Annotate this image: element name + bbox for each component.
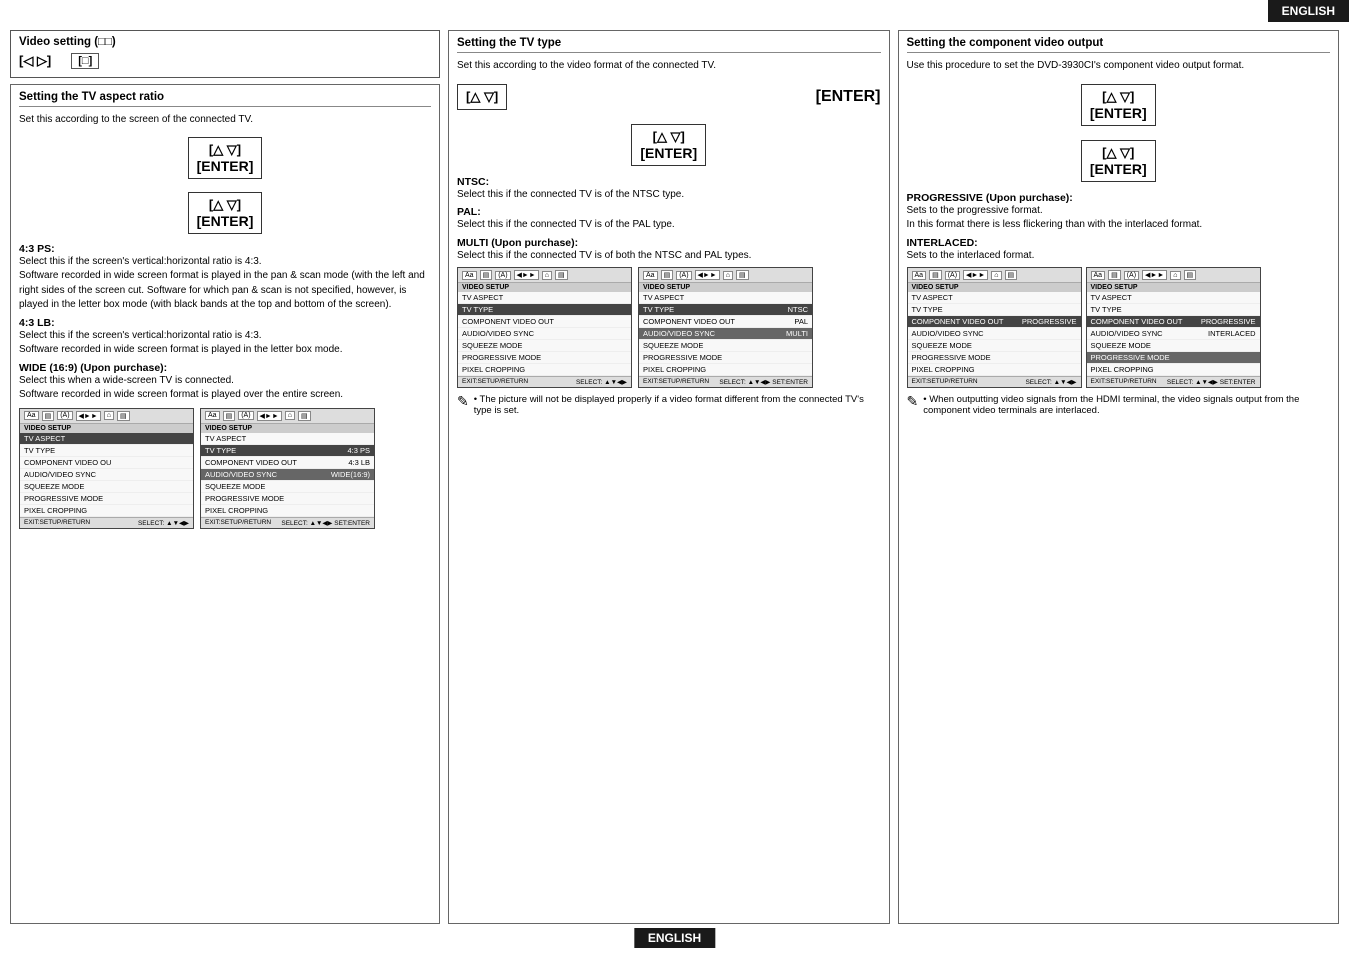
tv-aspect-intro: Set this according to the screen of the … xyxy=(19,113,431,128)
term-43ps: 4:3 PS: Select this if the screen's vert… xyxy=(19,243,431,313)
video-setting-title: Video setting (□□) xyxy=(19,36,431,48)
nav-box-1: [△ ▽] [ENTER] xyxy=(188,137,263,179)
english-badge-top: ENGLISH xyxy=(1268,0,1349,22)
col1-osd2: Aa▤(A)◀►►⌂▤ VIDEO SETUP TV ASPECT TV TYP… xyxy=(200,408,375,529)
col2-osd1: Aa▤(A)◀►►⌂▤ VIDEO SETUP TV ASPECT TV TYP… xyxy=(457,267,632,388)
term-progressive: PROGRESSIVE (Upon purchase): Sets to the… xyxy=(907,192,1331,233)
col3-nav-box-1: [△ ▽] [ENTER] xyxy=(1081,84,1156,126)
tv-type-section: Setting the TV type Set this according t… xyxy=(448,30,890,924)
col2: Setting the TV type Set this according t… xyxy=(448,30,890,924)
tv-aspect-title: Setting the TV aspect ratio xyxy=(19,91,431,107)
col2-note: ✎ • The picture will not be displayed pr… xyxy=(457,394,881,416)
col2-nav-box-1: [△ ▽] xyxy=(457,84,507,110)
col3-note-text: • When outputting video signals from the… xyxy=(923,394,1330,416)
nav-icon: [□] xyxy=(71,53,99,69)
nav-ud-symbol-1: [△ ▽] xyxy=(197,142,254,158)
tv-type-intro: Set this according to the video format o… xyxy=(457,59,881,74)
component-video-title: Setting the component video output xyxy=(907,37,1331,53)
tv-aspect-section: Setting the TV aspect ratio Set this acc… xyxy=(10,84,440,924)
col1-osd-area: Aa▤(A)◀►►⌂▤ VIDEO SETUP TV ASPECT TV TYP… xyxy=(19,408,431,529)
component-video-intro: Use this procedure to set the DVD-3930CI… xyxy=(907,59,1331,74)
main-layout: Video setting (□□) [◁ ▷] [□] Setting the… xyxy=(10,30,1339,924)
tv-type-title: Setting the TV type xyxy=(457,37,881,53)
term-interlaced: INTERLACED: Sets to the interlaced forma… xyxy=(907,237,1331,264)
video-setting-section: Video setting (□□) [◁ ▷] [□] xyxy=(10,30,440,78)
enter-label-1: [ENTER] xyxy=(197,158,254,174)
col3: Setting the component video output Use t… xyxy=(898,30,1340,924)
col3-note: ✎ • When outputting video signals from t… xyxy=(907,394,1331,416)
enter-label-2: [ENTER] xyxy=(197,213,254,229)
col2-nav-box-2: [△ ▽] [ENTER] xyxy=(631,124,706,166)
col2-osd-area: Aa▤(A)◀►►⌂▤ VIDEO SETUP TV ASPECT TV TYP… xyxy=(457,267,881,388)
term-multi: MULTI (Upon purchase): Select this if th… xyxy=(457,237,881,264)
col2-osd2: Aa▤(A)◀►►⌂▤ VIDEO SETUP TV ASPECT TV TYP… xyxy=(638,267,813,388)
term-43lb: 4:3 LB: Select this if the screen's vert… xyxy=(19,317,431,358)
term-wide: WIDE (16:9) (Upon purchase): Select this… xyxy=(19,362,431,403)
nav-lr-symbol: [◁ ▷] xyxy=(19,53,51,69)
pencil-icon: ✎ xyxy=(457,394,469,408)
term-ntsc: NTSC: Select this if the connected TV is… xyxy=(457,176,881,203)
col3-osd1: Aa▤(A)◀►►⌂▤ VIDEO SETUP TV ASPECT TV TYP… xyxy=(907,267,1082,388)
nav-ud-symbol-2: [△ ▽] xyxy=(197,197,254,213)
term-pal: PAL: Select this if the connected TV is … xyxy=(457,206,881,233)
component-video-section: Setting the component video output Use t… xyxy=(898,30,1340,924)
col1: Video setting (□□) [◁ ▷] [□] Setting the… xyxy=(10,30,440,924)
col1-osd1: Aa▤(A)◀►►⌂▤ VIDEO SETUP TV ASPECT TV TYP… xyxy=(19,408,194,529)
col3-nav-box-2: [△ ▽] [ENTER] xyxy=(1081,140,1156,182)
pencil-icon-col3: ✎ xyxy=(907,394,919,408)
col3-osd2: Aa▤(A)◀►►⌂▤ VIDEO SETUP TV ASPECT TV TYP… xyxy=(1086,267,1261,388)
nav-box-2: [△ ▽] [ENTER] xyxy=(188,192,263,234)
col3-osd-area: Aa▤(A)◀►►⌂▤ VIDEO SETUP TV ASPECT TV TYP… xyxy=(907,267,1331,388)
col2-enter-1: [ENTER] xyxy=(816,88,881,106)
col2-note-text: • The picture will not be displayed prop… xyxy=(474,394,881,416)
english-badge-bottom: ENGLISH xyxy=(634,928,715,948)
